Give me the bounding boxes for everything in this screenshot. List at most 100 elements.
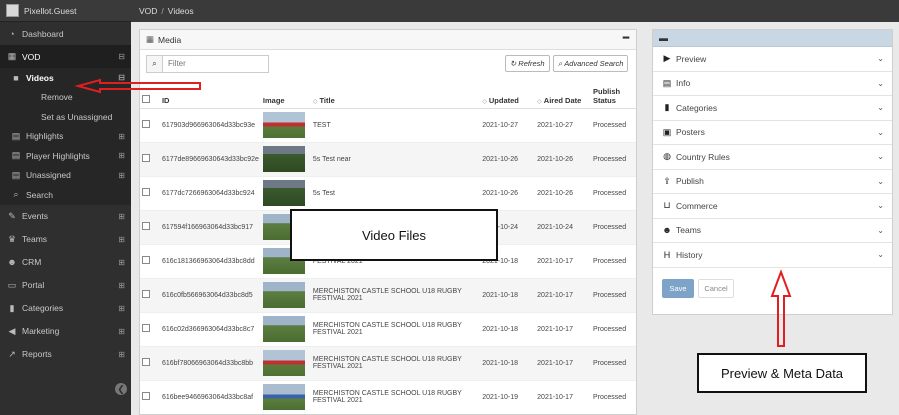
- column-header-updated[interactable]: ◇ Updated: [480, 77, 536, 109]
- image-icon: ▣: [662, 126, 672, 137]
- table-row[interactable]: 616c0fb566963064d33bc8d5 MERCHISTON CASTL…: [140, 278, 636, 313]
- expand-icon[interactable]: ⊞: [118, 132, 125, 141]
- row-publish-status: Processed: [591, 142, 636, 177]
- search-icon: ⌕: [13, 189, 19, 200]
- sidebar-item-vod[interactable]: ▦ VOD ⊟: [0, 45, 131, 68]
- sidebar-item-crm[interactable]: ☻ CRM ⊞: [0, 251, 131, 274]
- video-thumbnail[interactable]: [262, 384, 305, 410]
- row-checkbox[interactable]: [142, 290, 150, 298]
- sidebar-item-highlights[interactable]: ▤ Highlights ⊞: [0, 127, 131, 147]
- row-checkbox[interactable]: [142, 188, 150, 196]
- row-checkbox-cell: [140, 108, 160, 143]
- row-checkbox[interactable]: [142, 324, 150, 332]
- accordion-label: Preview: [676, 53, 707, 64]
- row-aired-date: 2021-10-17: [535, 380, 592, 414]
- accordion-label: Teams: [676, 225, 702, 236]
- sidebar-item-teams[interactable]: ♛ Teams ⊞: [0, 228, 131, 251]
- file-icon: ▤: [11, 150, 21, 161]
- collapse-icon[interactable]: ⊟: [118, 52, 125, 61]
- chevron-down-icon: ⌄: [877, 103, 884, 113]
- accordion-commerce[interactable]: ⊔ Commerce ⌄: [653, 194, 892, 219]
- sidebar-item-dashboard[interactable]: ◔ Dashboard: [0, 22, 131, 45]
- sidebar-item-player-highlights[interactable]: ▤ Player Highlights ⊞: [0, 146, 131, 166]
- save-button[interactable]: Save: [662, 278, 694, 298]
- accordion-history[interactable]: H History ⌄: [653, 243, 892, 268]
- sidebar-item-search[interactable]: ⌕ Search: [0, 185, 131, 205]
- table-row[interactable]: 617903d966963064d33bc93e TEST 2021-10-27 20…: [140, 108, 636, 143]
- avatar: [6, 4, 19, 17]
- video-thumbnail[interactable]: [262, 180, 305, 206]
- sidebar-item-reports[interactable]: ↗ Reports ⊞: [0, 343, 131, 366]
- table-row[interactable]: 616c02d366963064d33bc8c7 MERCHISTON CASTL…: [140, 312, 636, 347]
- sidebar-item-videos[interactable]: ■ Videos ⊟: [0, 68, 131, 88]
- accordion-info[interactable]: ▤ Info ⌄: [653, 72, 892, 96]
- expand-icon[interactable]: ⊞: [118, 235, 125, 244]
- sidebar-item-categories[interactable]: ▮ Categories ⊞: [0, 297, 131, 320]
- expand-icon[interactable]: ⊞: [118, 171, 125, 180]
- sidebar-item-portal[interactable]: ▭ Portal ⊞: [0, 274, 131, 297]
- breadcrumb-root[interactable]: VOD: [139, 6, 157, 16]
- collapse-sidebar-icon[interactable]: ❮: [115, 383, 127, 395]
- refresh-icon: ↻: [510, 59, 517, 68]
- row-checkbox[interactable]: [142, 256, 150, 264]
- expand-icon[interactable]: ⊞: [118, 304, 125, 313]
- sidebar-item-marketing[interactable]: ◀ Marketing ⊞: [0, 320, 131, 343]
- accordion-categories[interactable]: ▮ Categories ⌄: [653, 96, 892, 121]
- accordion-label: Categories: [676, 102, 718, 113]
- video-thumbnail[interactable]: [262, 282, 305, 308]
- video-thumbnail[interactable]: [262, 146, 305, 172]
- chevron-down-icon: ⌄: [877, 152, 884, 162]
- breadcrumb-separator: /: [161, 6, 164, 16]
- column-header-id[interactable]: ID: [159, 77, 261, 109]
- select-all-checkbox[interactable]: [142, 94, 150, 103]
- annotation-preview-meta-data: Preview & Meta Data: [697, 353, 867, 393]
- accordion-teams[interactable]: ☻ Teams ⌄: [653, 219, 892, 243]
- annotation-video-files: Video Files: [290, 209, 498, 261]
- accordion-posters[interactable]: ▣ Posters ⌄: [653, 121, 892, 145]
- users-icon: ☻: [662, 225, 672, 236]
- sort-icon: ◇: [482, 98, 487, 105]
- sidebar-item-events[interactable]: ✎ Events ⊞: [0, 205, 131, 228]
- expand-icon[interactable]: ⊞: [118, 212, 125, 221]
- accordion-preview[interactable]: ▶ Preview ⌄: [653, 47, 892, 72]
- table-row[interactable]: 6177dc7266963064d33bc924 5s Test 2021-10-2…: [140, 176, 636, 211]
- table-row[interactable]: 616bee9466963064d33bc8af MERCHISTON CASTL…: [140, 380, 636, 414]
- film-icon: ▦: [146, 34, 155, 44]
- row-checkbox[interactable]: [142, 154, 150, 162]
- row-checkbox[interactable]: [142, 120, 150, 128]
- sidebar-item-remove[interactable]: Remove: [0, 88, 131, 108]
- video-thumbnail[interactable]: [262, 350, 305, 376]
- file-icon: ▤: [662, 77, 672, 88]
- cancel-button[interactable]: Cancel: [698, 278, 734, 298]
- sidebar-item-set-as-unassigned[interactable]: Set as Unassigned: [0, 107, 131, 127]
- column-header-aired-date[interactable]: ◇ Aired Date: [535, 77, 592, 109]
- expand-icon[interactable]: ⊞: [118, 281, 125, 290]
- video-camera-icon: ■: [13, 72, 19, 83]
- accordion-label: Publish: [676, 176, 704, 187]
- expand-icon[interactable]: ⊞: [118, 151, 125, 160]
- row-checkbox[interactable]: [142, 392, 150, 400]
- sidebar-item-unassigned[interactable]: ▤ Unassigned ⊞: [0, 166, 131, 186]
- video-thumbnail[interactable]: [262, 112, 305, 138]
- expand-icon[interactable]: ⊞: [118, 258, 125, 267]
- collapse-icon[interactable]: ⊟: [118, 73, 125, 82]
- column-header-publish-status[interactable]: Publish Status: [591, 77, 636, 109]
- user-menu[interactable]: Pixellot.Guest: [0, 0, 131, 22]
- filter-input[interactable]: [163, 54, 269, 73]
- advanced-search-button[interactable]: ⌕ Advanced Search: [553, 55, 629, 72]
- accordion-country-rules[interactable]: ◍ Country Rules ⌄: [653, 145, 892, 170]
- upload-icon: ⇪: [663, 175, 671, 186]
- refresh-button[interactable]: ↻ Refresh: [505, 55, 550, 72]
- expand-icon[interactable]: ⊞: [118, 327, 125, 336]
- table-row[interactable]: 616bf78066963064d33bc8bb MERCHISTON CASTL…: [140, 346, 636, 381]
- row-checkbox[interactable]: [142, 358, 150, 366]
- table-row[interactable]: 6177de89669630643d33bc92e 5s Test near 202…: [140, 142, 636, 177]
- column-header-title[interactable]: ◇ Title: [310, 77, 481, 109]
- row-checkbox[interactable]: [142, 222, 150, 230]
- minimize-icon[interactable]: ━: [623, 33, 632, 44]
- expand-icon[interactable]: ⊞: [118, 350, 125, 359]
- search-icon[interactable]: ⌕: [146, 54, 163, 73]
- video-thumbnail[interactable]: [262, 316, 305, 342]
- accordion-publish[interactable]: ⇪ Publish ⌄: [653, 170, 892, 194]
- row-id: 616bee9466963064d33bc8af: [159, 380, 261, 414]
